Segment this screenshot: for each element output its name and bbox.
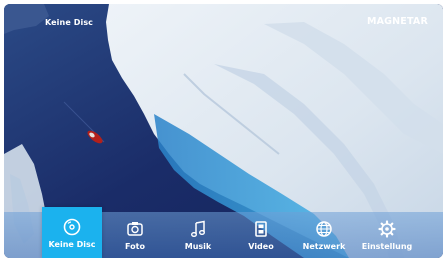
menu-item-foto[interactable]: Foto <box>105 207 165 258</box>
disc-icon <box>63 218 81 236</box>
menu-item-keine-disc[interactable]: Keine Disc <box>42 207 102 258</box>
menu-item-musik[interactable]: Musik <box>168 207 228 258</box>
menu-item-label: Keine Disc <box>48 240 96 249</box>
film-icon <box>255 221 267 237</box>
menu-item-label: Video <box>248 242 274 251</box>
menu-item-einstellung[interactable]: Einstellung <box>357 207 417 258</box>
menu-item-label: Foto <box>125 242 145 251</box>
gear-icon <box>378 220 396 238</box>
menu-item-label: Einstellung <box>361 242 413 251</box>
menu-item-label: Netzwerk <box>302 242 346 251</box>
photo-icon <box>127 222 143 236</box>
globe-icon <box>316 221 332 237</box>
disc-status-label: Keine Disc <box>45 18 94 27</box>
menu-item-label: Musik <box>184 242 212 251</box>
menu-item-netzwerk[interactable]: Netzwerk <box>294 207 354 258</box>
music-note-icon <box>191 220 205 237</box>
brand-logo: MAGNETAR <box>366 16 428 27</box>
menu-item-video[interactable]: Video <box>231 207 291 258</box>
screen: Keine Disc MAGNETAR Keine Disc Foto Musi… <box>4 4 443 258</box>
